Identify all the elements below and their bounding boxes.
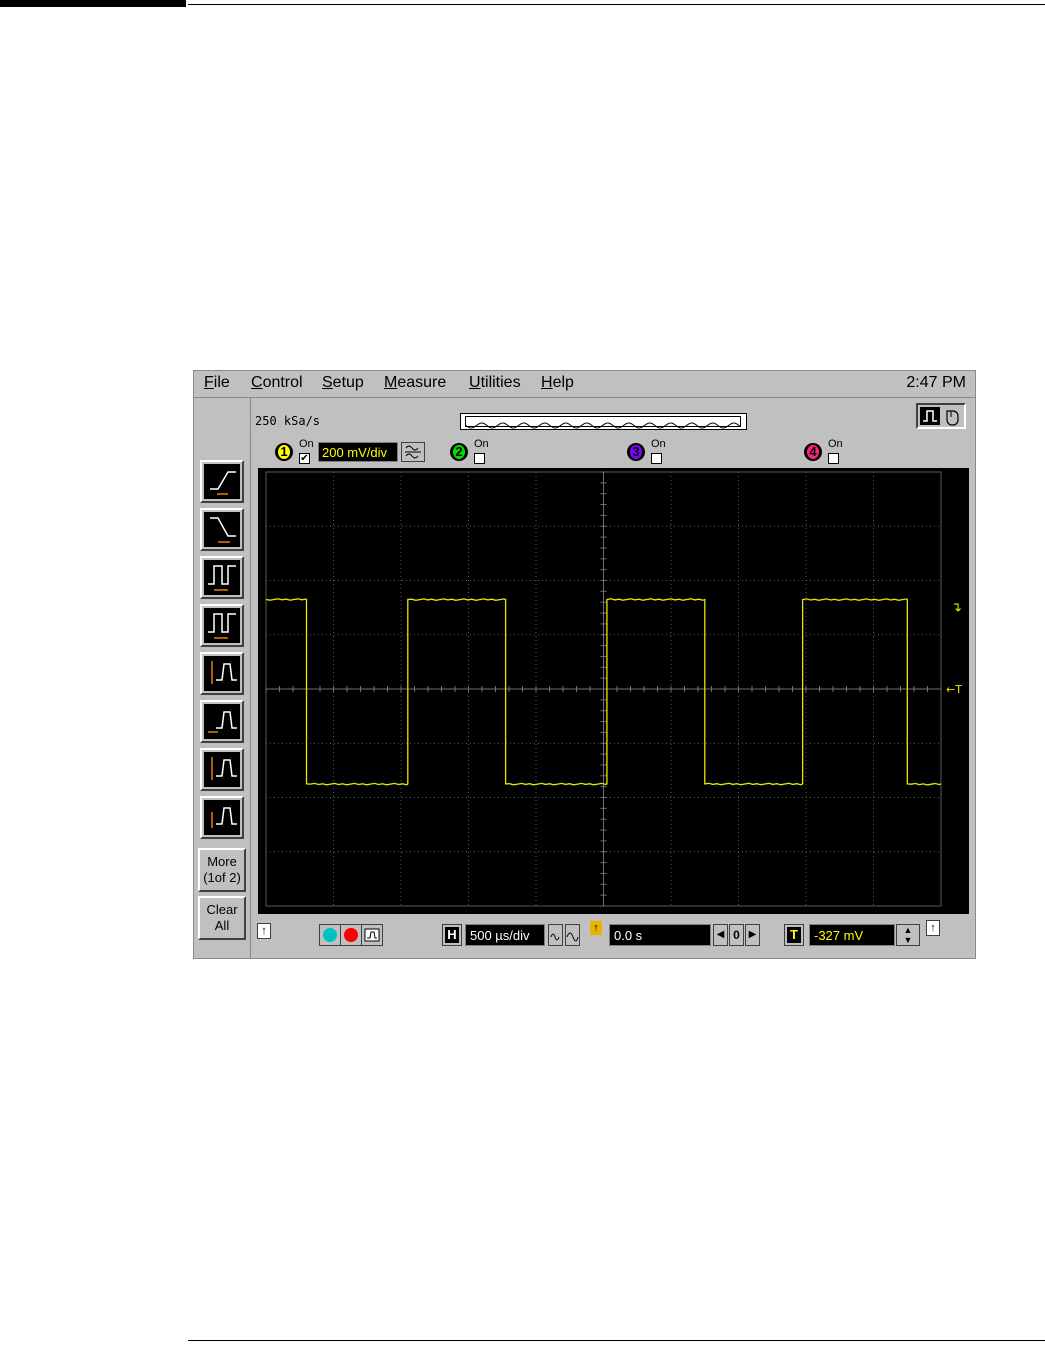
menu-file[interactable]: File: [204, 374, 230, 392]
frequency-icon: [208, 613, 236, 639]
top-icon: [211, 807, 237, 828]
clear-label: Clear: [206, 902, 238, 917]
peak-to-peak-button[interactable]: [200, 652, 244, 695]
channel-4-badge[interactable]: 4: [804, 443, 822, 461]
trigger-edge-marker: ↴: [951, 600, 962, 615]
overview-waveform: [465, 422, 741, 429]
trigger-letter: T: [787, 927, 801, 943]
trigger-level-marker: ←T: [946, 683, 962, 696]
page-header-rule: [188, 4, 1045, 5]
trigger-level-spinner[interactable]: ▲ ▼: [896, 924, 920, 946]
rise-time-button[interactable]: [200, 460, 244, 503]
channel-1-number: 1: [278, 445, 290, 459]
right-scroll-marker[interactable]: ↑: [926, 920, 940, 936]
channel-3-on-label: On: [651, 438, 666, 450]
channel-2-on-label: On: [474, 438, 489, 450]
delay-zero-button[interactable]: 0: [729, 924, 744, 946]
page-footer-rule: [188, 1340, 1045, 1341]
channel-row: 1 On ✔ 200 mV/div 2 On 3 On 4 On: [253, 434, 975, 468]
clear-all-button[interactable]: Clear All: [198, 896, 246, 940]
clear-all-label: All: [214, 918, 230, 933]
channel-2-checkbox[interactable]: [474, 453, 485, 464]
menu-help[interactable]: Help: [541, 374, 574, 392]
bottom-control-bar: ↑ H 500 µs/div ↑ 0.0 s ◀ 0 ▶ T -327 mV ▲…: [253, 918, 975, 956]
sample-rate: 250 kSa/s: [255, 414, 321, 428]
channel-4-checkbox[interactable]: [828, 453, 839, 464]
fall-time-icon: [210, 517, 236, 543]
channel-1-on-label: On: [299, 438, 314, 450]
menu-utilities[interactable]: Utilities: [469, 374, 521, 392]
menu-bar: File Control Setup Measure Utilities Hel…: [194, 371, 975, 397]
menu-control[interactable]: Control: [251, 374, 303, 392]
channel-2-badge[interactable]: 2: [450, 443, 468, 461]
run-button[interactable]: [319, 924, 341, 946]
average-button[interactable]: [200, 700, 244, 743]
horizontal-button[interactable]: H: [442, 924, 462, 946]
period-button[interactable]: [200, 556, 244, 599]
mode-toggle-button[interactable]: [916, 403, 966, 429]
single-shot-icon: [364, 928, 380, 942]
menu-measure[interactable]: Measure: [384, 374, 446, 392]
fall-time-button[interactable]: [200, 508, 244, 551]
delay-left-button[interactable]: ◀: [713, 924, 728, 946]
frequency-button[interactable]: [200, 604, 244, 647]
channel-4-on-label: On: [828, 438, 843, 450]
channel-3-checkbox[interactable]: [651, 453, 662, 464]
channel-3-number: 3: [630, 445, 642, 459]
timebase-coarse-button[interactable]: [565, 924, 580, 946]
trigger-level-field[interactable]: -327 mV: [809, 924, 895, 946]
clock: 2:47 PM: [906, 374, 966, 391]
scope-window: File Control Setup Measure Utilities Hel…: [193, 370, 976, 959]
stop-icon: [344, 928, 358, 942]
horizontal-letter: H: [445, 927, 459, 943]
timebase-fine-button[interactable]: [548, 924, 563, 946]
overview-window[interactable]: [465, 416, 741, 429]
waveform-display[interactable]: ↴ ←T: [258, 468, 969, 914]
top-button[interactable]: [200, 796, 244, 839]
trigger-button[interactable]: T: [784, 924, 804, 946]
period-icon: [208, 565, 236, 591]
single-button[interactable]: [361, 924, 383, 946]
coupling-icon: [405, 445, 421, 459]
channel-4-number: 4: [807, 445, 819, 459]
channel-1-scale[interactable]: 200 mV/div: [318, 442, 398, 462]
run-icon: [323, 928, 337, 942]
channel-1-badge[interactable]: 1: [275, 443, 293, 461]
timebase-field[interactable]: 500 µs/div: [465, 924, 545, 946]
measure-toolbar: More (1of 2) Clear All: [194, 398, 251, 958]
status-strip: 250 kSa/s: [253, 398, 975, 430]
mode-icon: [920, 407, 959, 426]
more-page-label: (1of 2): [203, 870, 241, 885]
amplitude-icon: [211, 757, 237, 780]
stop-button[interactable]: [340, 924, 362, 946]
waveform-plot: ↴ ←T: [265, 471, 962, 907]
fine-icon: [550, 933, 560, 941]
delay-marker-icon: ↑: [590, 921, 602, 935]
main-panel: 250 kSa/s 1 On ✔ 200 mV/div 2 On 3 On 4 …: [253, 398, 975, 958]
more-button[interactable]: More (1of 2): [198, 848, 246, 892]
memory-overview-bar[interactable]: [460, 413, 747, 430]
amplitude-button[interactable]: [200, 748, 244, 791]
channel-2-number: 2: [453, 445, 465, 459]
coarse-icon: [566, 932, 579, 942]
delay-field[interactable]: 0.0 s: [609, 924, 711, 946]
channel-1-coupling-button[interactable]: [401, 442, 425, 462]
rise-time-icon: [210, 471, 236, 495]
menu-setup[interactable]: Setup: [322, 374, 364, 392]
average-icon: [208, 711, 237, 733]
page-header-tab: [0, 0, 186, 7]
delay-right-button[interactable]: ▶: [745, 924, 760, 946]
left-scroll-marker[interactable]: ↑: [257, 923, 271, 939]
channel-3-badge[interactable]: 3: [627, 443, 645, 461]
more-label: More: [207, 854, 237, 869]
channel-1-checkbox[interactable]: ✔: [299, 453, 310, 464]
peak-to-peak-icon: [211, 661, 237, 684]
